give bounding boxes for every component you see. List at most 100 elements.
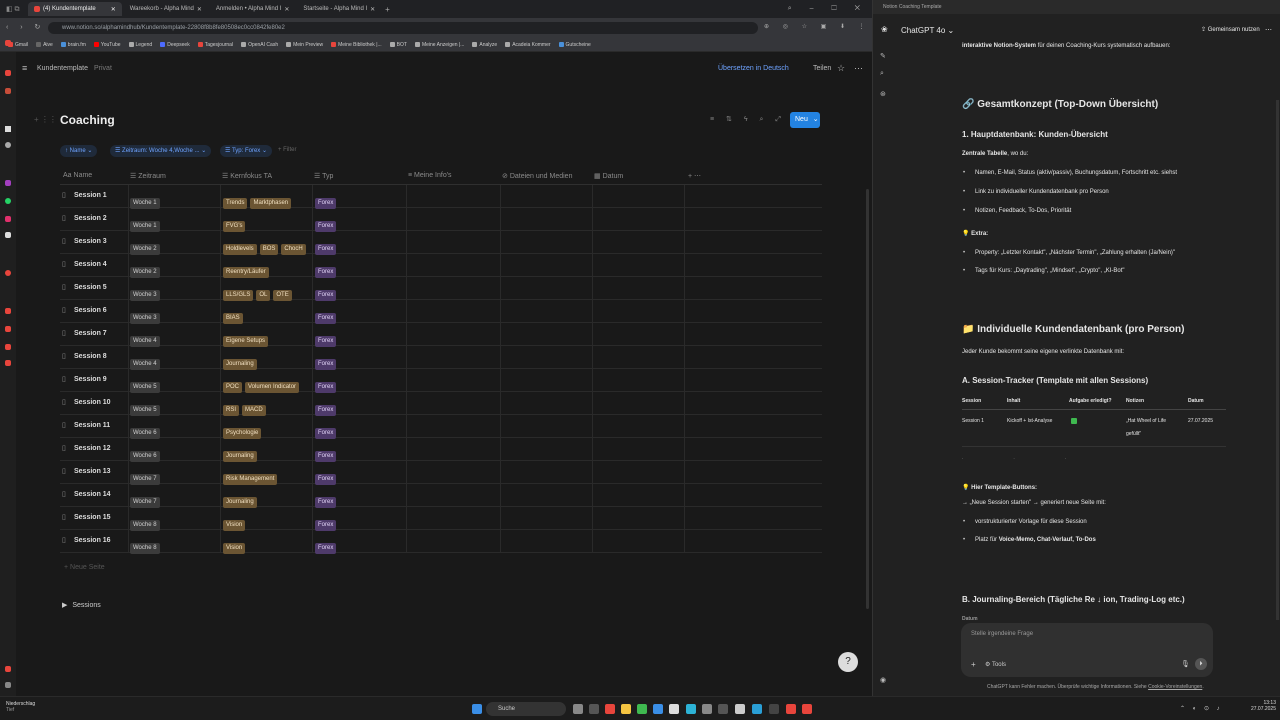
library-icon[interactable]: ⊛ <box>880 90 886 98</box>
bookmark-item[interactable]: Gutscheine <box>558 42 591 48</box>
app-icon[interactable] <box>637 704 647 714</box>
account-icon[interactable]: ◉ <box>880 676 886 684</box>
bookmark-item[interactable]: Analyze <box>472 42 497 48</box>
file-explorer-icon[interactable] <box>621 704 631 714</box>
app-icon[interactable] <box>769 704 779 714</box>
app-icon[interactable] <box>5 344 11 350</box>
cell-name[interactable]: Session 12 <box>74 445 111 452</box>
column-header-kernfokus[interactable]: ☰ Kernfokus TA <box>222 172 272 180</box>
search-box[interactable]: Suche <box>486 702 566 716</box>
cell-zeitraum[interactable]: Woche 5 <box>130 375 163 393</box>
cell-kernfokus[interactable]: Journaling <box>223 490 260 508</box>
cell-zeitraum[interactable]: Woche 4 <box>130 352 163 370</box>
app-icon[interactable] <box>5 270 11 276</box>
cell-typ[interactable]: Forex <box>315 260 339 278</box>
app-icon[interactable] <box>802 704 812 714</box>
cell-zeitraum[interactable]: Woche 6 <box>130 444 163 462</box>
column-header-name[interactable]: Aa Name <box>63 172 92 179</box>
app-icon[interactable] <box>702 704 712 714</box>
nav-buttons[interactable]: ‹ › ↻ <box>6 23 45 31</box>
table-row[interactable]: ▯ Session 9 Woche 5 POC Volumen Indicator For… <box>60 369 822 393</box>
cell-typ[interactable]: Forex <box>315 329 339 347</box>
bookmark-item[interactable]: Legend <box>128 42 152 48</box>
cell-name[interactable]: Session 6 <box>74 307 107 314</box>
app-icon[interactable] <box>653 704 663 714</box>
instagram-icon[interactable] <box>5 216 11 222</box>
new-button[interactable]: Neu ⌄ <box>790 112 820 128</box>
cell-typ[interactable]: Forex <box>315 536 339 554</box>
bookmark-item[interactable]: Mein Preview <box>286 42 323 48</box>
cell-name[interactable]: Session 3 <box>74 238 107 245</box>
cell-kernfokus[interactable]: Risk Management <box>223 467 280 485</box>
cell-zeitraum[interactable]: Woche 7 <box>130 467 163 485</box>
chat-scrollbar[interactable] <box>1276 100 1279 620</box>
new-chat-icon[interactable]: ✎ <box>880 52 886 60</box>
clock[interactable]: 13:13 27.07.2025 <box>1248 700 1276 712</box>
app-icon[interactable] <box>5 142 11 148</box>
cell-name[interactable]: Session 1 <box>74 192 107 199</box>
model-selector[interactable]: ChatGPT 4o ⌄ <box>901 26 954 35</box>
table-row[interactable]: ▯ Session 2 Woche 1 FVG's Forex <box>60 208 822 232</box>
bookmark-item[interactable]: Deepseek <box>160 42 190 48</box>
cell-kernfokus[interactable]: Holdlevels BOS ChocH <box>223 237 309 255</box>
table-row[interactable]: ▯ Session 1 Woche 1 Trends Marktphasen Forex <box>60 185 822 209</box>
cell-name[interactable]: Session 4 <box>74 261 107 268</box>
filter-chip-zeitraum[interactable]: ☰ Zeitraum: Woche 4,Woche ... ⌄ <box>110 145 212 157</box>
cell-name[interactable]: Session 5 <box>74 284 107 291</box>
app-icon[interactable] <box>589 704 599 714</box>
table-row[interactable]: ▯ Session 14 Woche 7 Journaling Forex <box>60 484 822 508</box>
add-column-icon[interactable]: + ⋯ <box>688 172 701 180</box>
scrollbar[interactable] <box>866 189 869 609</box>
cell-typ[interactable]: Forex <box>315 352 339 370</box>
cell-zeitraum[interactable]: Woche 5 <box>130 398 163 416</box>
bookmark-item[interactable]: Gmail <box>8 42 28 48</box>
star-icon[interactable]: ☆ <box>837 63 845 74</box>
cell-typ[interactable]: Forex <box>315 214 339 232</box>
close-icon[interactable]: ✕ <box>370 6 375 13</box>
cell-name[interactable]: Session 11 <box>74 422 110 429</box>
whatsapp-icon[interactable] <box>5 198 11 204</box>
app-icon[interactable] <box>5 308 11 314</box>
column-header-typ[interactable]: ☰ Typ <box>314 172 333 180</box>
extension-icons[interactable]: ⊕ ◎ ☆ ▣ ⬇ ⋮ <box>764 23 871 30</box>
table-row[interactable]: ▯ Session 6 Woche 3 BIAS Forex <box>60 300 822 324</box>
browser-tab-1[interactable]: Wareekorb - Alpha Mind ✕ <box>124 2 208 16</box>
table-row[interactable]: ▯ Session 12 Woche 6 Journaling Forex <box>60 438 822 462</box>
app-icon[interactable] <box>718 704 728 714</box>
table-row[interactable]: ▯ Session 13 Woche 7 Risk Management Forex <box>60 461 822 485</box>
close-icon[interactable]: ✕ <box>111 6 116 13</box>
app-icon[interactable] <box>735 704 745 714</box>
edge-icon[interactable] <box>686 704 696 714</box>
app-icon[interactable] <box>752 704 762 714</box>
cell-typ[interactable]: Forex <box>315 237 339 255</box>
cell-typ[interactable]: Forex <box>315 375 339 393</box>
cell-typ[interactable]: Forex <box>315 490 339 508</box>
cell-kernfokus[interactable]: Journaling <box>223 444 260 462</box>
cell-zeitraum[interactable]: Woche 3 <box>130 283 163 301</box>
bookmark-item[interactable]: brain.fm <box>60 42 86 48</box>
cell-kernfokus[interactable]: Trends Marktphasen <box>223 191 294 209</box>
bookmark-item[interactable]: Meine Anzeigen |... <box>414 42 464 48</box>
column-header-datum[interactable]: ▦ Datum <box>594 172 623 180</box>
cell-zeitraum[interactable]: Woche 3 <box>130 306 163 324</box>
table-row[interactable]: ▯ Session 15 Woche 8 Vision Forex <box>60 507 822 531</box>
cell-typ[interactable]: Forex <box>315 513 339 531</box>
app-icon[interactable] <box>5 126 11 132</box>
cell-kernfokus[interactable]: FVG's <box>223 214 248 232</box>
app-icon[interactable] <box>605 704 615 714</box>
table-row[interactable]: ▯ Session 7 Woche 4 Eigene Setups Forex <box>60 323 822 347</box>
cell-zeitraum[interactable]: Woche 6 <box>130 421 163 439</box>
app-icon[interactable] <box>5 88 11 94</box>
app-icon[interactable] <box>5 70 11 76</box>
cell-name[interactable]: Session 14 <box>74 491 111 498</box>
cell-name[interactable]: Session 8 <box>74 353 107 360</box>
system-tray[interactable]: ⌃ ◐ ⊙ ♪ <box>1180 705 1223 712</box>
cell-name[interactable]: Session 7 <box>74 330 107 337</box>
more-icon[interactable]: ⋯ <box>854 63 863 74</box>
breadcrumb[interactable]: Kundentemplate <box>37 65 88 72</box>
sidebar-toggle-icon[interactable]: ≡ <box>22 63 27 73</box>
column-header-dateien[interactable]: ⊘ Dateien und Medien <box>502 172 572 180</box>
more-icon[interactable] <box>5 682 11 688</box>
new-tab-icon[interactable]: + <box>385 5 390 14</box>
share-button[interactable]: Teilen <box>813 65 831 72</box>
